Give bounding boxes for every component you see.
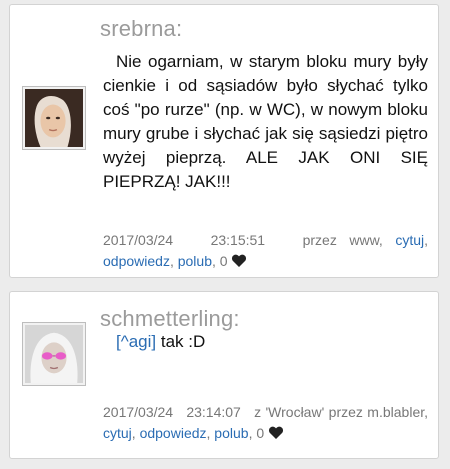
reply-link[interactable]: odpowiedz bbox=[103, 253, 170, 269]
reply-link[interactable]: odpowiedz bbox=[140, 425, 207, 441]
post-meta: 2017/03/24 23:14:07 z 'Wrocław' przez m.… bbox=[103, 404, 429, 441]
heart-icon bbox=[232, 254, 247, 267]
quote-link[interactable]: cytuj bbox=[395, 232, 424, 248]
user-photo-icon bbox=[25, 89, 83, 147]
post-time: 23:14:07 bbox=[186, 404, 241, 420]
post-card: schmetterling: [^agi] tak :D 2017/03/24 … bbox=[9, 291, 439, 459]
post-meta: 2017/03/24 23:15:51 przez www, cytuj, od… bbox=[103, 232, 428, 269]
like-link[interactable]: polub bbox=[214, 425, 248, 441]
post-time: 23:15:51 bbox=[210, 232, 266, 248]
post-author[interactable]: schmetterling: bbox=[100, 306, 240, 332]
post-text-body: tak :D bbox=[160, 332, 206, 351]
quote-link[interactable]: cytuj bbox=[103, 425, 132, 441]
post-date: 2017/03/24 bbox=[103, 232, 174, 248]
user-photo-icon bbox=[25, 325, 83, 383]
post-source: z 'Wrocław' przez m.blabler, bbox=[254, 404, 429, 420]
post-text: Nie ogarniam, w starym bloku mury były c… bbox=[103, 52, 428, 191]
like-link[interactable]: polub bbox=[178, 253, 212, 269]
post-card: srebrna: Nie ogarniam, w starym bloku mu… bbox=[9, 4, 439, 278]
like-count: 0 bbox=[219, 253, 228, 269]
like-count: 0 bbox=[256, 425, 265, 441]
post-text: [^agi] tak :D bbox=[103, 330, 428, 354]
avatar[interactable] bbox=[22, 86, 86, 150]
mention-link[interactable]: [^agi] bbox=[116, 332, 156, 351]
post-date: 2017/03/24 bbox=[103, 404, 174, 420]
heart-icon bbox=[269, 426, 284, 439]
post-source: przez www, bbox=[302, 232, 383, 248]
post-author[interactable]: srebrna: bbox=[100, 16, 182, 42]
avatar[interactable] bbox=[22, 322, 86, 386]
